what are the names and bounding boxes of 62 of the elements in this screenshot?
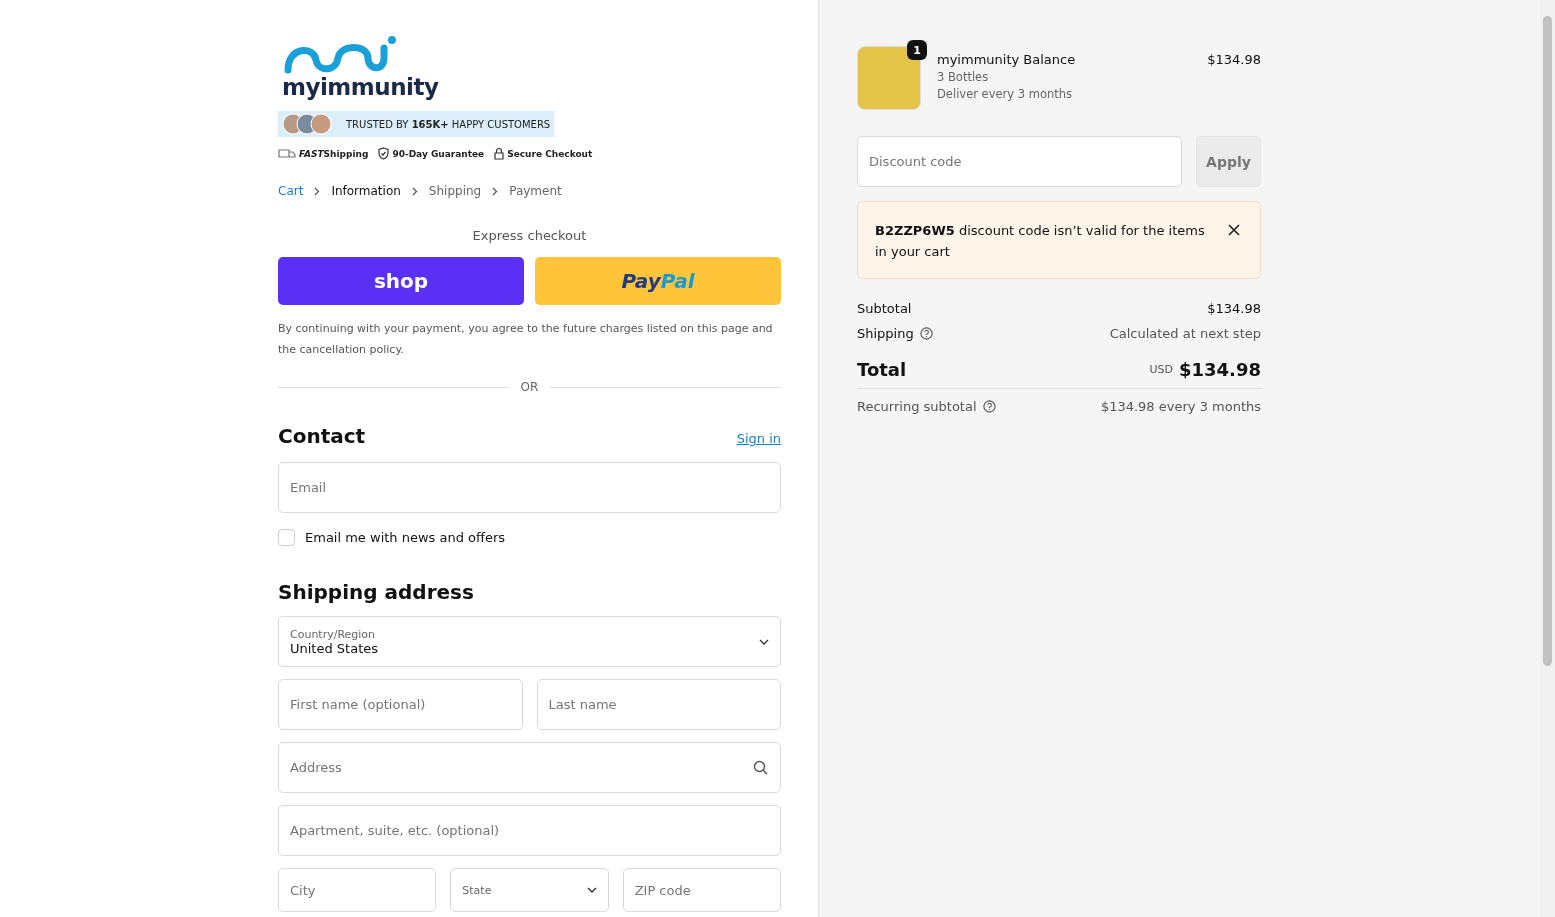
apply-button[interactable]: Apply [1196,136,1261,187]
breadcrumb-item: Shipping [428,184,482,198]
text-field[interactable]: First name (optional) [278,679,523,730]
sign-in-link[interactable]: Sign in [736,431,781,446]
field-label: Country/Region [290,627,377,641]
close-icon[interactable] [1228,224,1240,236]
recurring-subtotal-value: $134.98 every 3 months [1100,399,1261,414]
breadcrumb-item: Information [331,184,401,198]
chevron-right-icon [492,186,499,196]
shipping-address-heading: Shipping address [278,580,475,604]
trust-text: TRUSTED BY 165K+ HAPPY CUSTOMERS [346,118,551,130]
email-field[interactable]: Email [278,462,781,513]
error-message: B2ZZP6W5 discount code isn’t valid for the items in your cart [875,222,1206,261]
delivery-plan: Deliver every 3 months [937,87,1074,101]
total-label: Total [857,359,907,380]
perk-label: Secure Checkout [507,148,593,159]
product-name: myimmunity Balance [937,52,1077,67]
payment-notice: By continuing with your payment, you agree to the future charges listed on this page and the cancellation policy. [278,321,774,358]
currency-code: USD [1149,363,1173,376]
or-divider-label: OR [520,380,539,394]
contact-heading: Contact [278,424,366,448]
field-label: State [462,883,492,897]
total-value: $134.98 [1179,359,1261,380]
customer-avatars-icon [282,113,332,135]
quantity-badge: 1 [907,40,927,60]
text-field[interactable]: City [278,868,437,912]
product-variant: 3 Bottles [937,70,990,84]
shipping-value: Calculated at next step [1109,326,1261,341]
chevron-down-icon [586,887,597,893]
brand-name: myimmunity [282,74,440,100]
newsletter-checkbox[interactable] [278,529,295,546]
subtotal-label: Subtotal [857,301,912,316]
discount-code-field[interactable]: Discount code [857,136,1182,187]
help-icon[interactable] [919,327,933,340]
newsletter-label: Email me with news and offers [305,530,506,545]
chevron-down-icon [759,638,769,645]
address-field[interactable]: Address [278,742,781,793]
perk-label: FASTShipping [299,148,369,159]
field-value: United States [290,640,379,656]
help-icon[interactable] [982,400,996,413]
chevron-right-icon [411,186,418,196]
chevron-right-icon [314,186,321,196]
breadcrumb-item: Payment [509,184,562,198]
shipping-label: Shipping [857,326,914,341]
recurring-subtotal-label: Recurring subtotal [857,399,977,414]
subtotal-value: $134.98 [1207,301,1261,316]
search-icon [753,760,768,775]
select-field[interactable]: Country/Region United States [278,616,781,667]
select-field[interactable]: State [450,868,609,912]
paypal-button[interactable]: PayPal [535,257,781,305]
text-field[interactable]: Last name [536,679,781,730]
perk-label: 90-Day Guarantee [392,148,485,159]
text-field[interactable]: Apartment, suite, etc. (optional) [278,805,781,856]
shield-check-icon [378,147,390,160]
product-price: $134.98 [1207,51,1261,67]
shop-pay-button[interactable]: shop [278,257,524,305]
breadcrumb-item[interactable]: Cart [278,184,304,198]
truck-icon [278,148,296,159]
text-field[interactable]: ZIP code [622,868,781,912]
scrollbar[interactable] [1540,0,1555,917]
express-checkout-title: Express checkout [471,228,588,243]
lock-icon [494,147,505,160]
